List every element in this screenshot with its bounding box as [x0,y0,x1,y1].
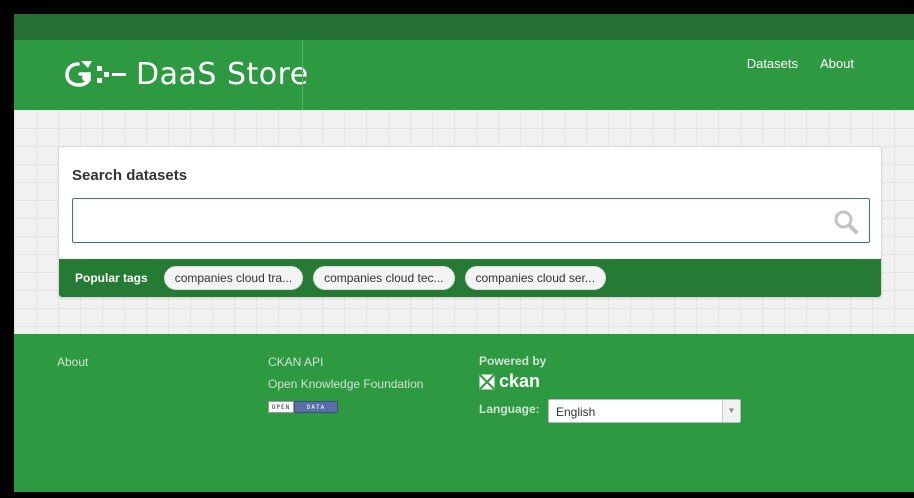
site-footer: About CKAN API Open Knowledge Foundation… [14,334,914,492]
open-data-badge[interactable]: OPEN DATA [268,401,338,413]
footer-okf-link[interactable]: Open Knowledge Foundation [268,377,423,391]
nav-datasets-link[interactable]: Datasets [747,56,798,71]
language-label: Language: [479,402,540,416]
open-data-badge-right: DATA [294,401,338,413]
search-card: Search datasets Popular tags companies c… [58,146,882,298]
ckan-logo[interactable]: ckan [479,371,540,392]
search-icon[interactable] [833,209,859,235]
main-nav: Datasets About [747,56,854,71]
search-input[interactable] [73,199,869,242]
search-heading: Search datasets [72,167,188,184]
search-box [72,198,870,243]
daas-logo-icon [65,61,126,87]
language-select[interactable]: English ▼ [548,399,741,423]
chevron-down-icon: ▼ [722,400,740,422]
top-strip [14,14,914,40]
hero-section: Search datasets Popular tags companies c… [14,110,914,334]
footer-about-link[interactable]: About [57,355,88,369]
footer-ckan-api-link[interactable]: CKAN API [268,355,323,369]
popular-tags-label: Popular tags [75,271,148,285]
tag-pill[interactable]: companies cloud ser... [464,266,606,290]
tag-pill[interactable]: companies cloud tra... [163,266,304,290]
ckan-envelope-icon [479,373,495,390]
nav-about-link[interactable]: About [820,56,854,71]
popular-tags-bar: Popular tags companies cloud tra... comp… [59,259,881,297]
site-logo[interactable]: DaaS Store [64,48,309,100]
header-divider [302,40,303,110]
open-data-badge-left: OPEN [268,401,294,413]
browser-page: DaaS Store Datasets About Search dataset… [14,14,914,492]
masthead: DaaS Store Datasets About [14,40,914,110]
ckan-logo-text: ckan [499,371,541,391]
tag-pill[interactable]: companies cloud tec... [313,266,455,290]
language-selected-value: English [556,405,596,419]
site-name: DaaS Store [136,56,309,92]
powered-by-label: Powered by [479,354,547,368]
